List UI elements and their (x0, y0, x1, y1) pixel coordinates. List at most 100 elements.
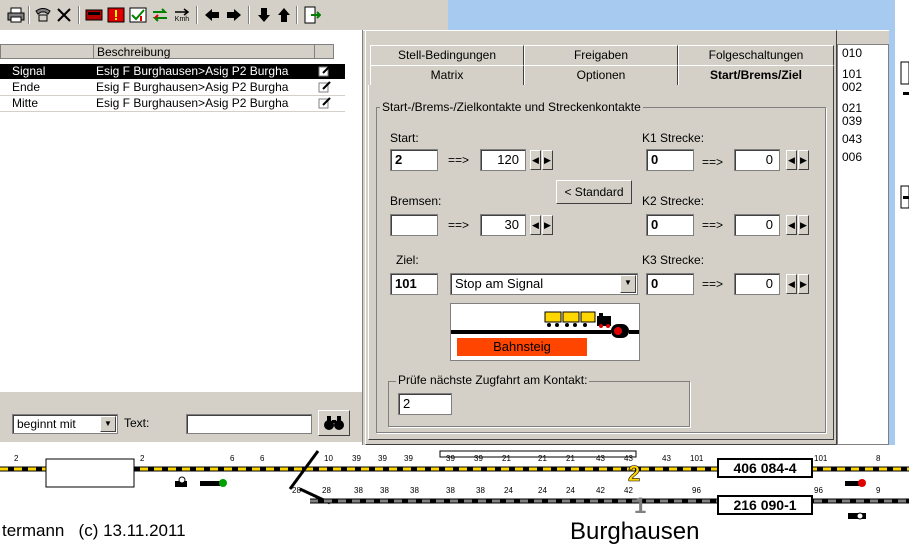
track-number: 39 (446, 454, 455, 463)
row-type: Mitte (12, 96, 39, 110)
arrow-right-icon[interactable] (224, 5, 244, 25)
track-number: 38 (476, 486, 485, 495)
text-label: Text: (124, 416, 150, 430)
copyright-text: termann (c) 13.11.2011 (2, 521, 186, 540)
list-item[interactable]: 006 (842, 151, 862, 163)
print-icon[interactable] (6, 5, 26, 25)
platform-label: Bahnsteig (457, 338, 587, 356)
list-row[interactable]: Signal Esig F Burghausen>Asig P2 Burgha (0, 64, 345, 79)
edit-icon[interactable] (318, 65, 332, 77)
row-description: Esig F Burghausen>Asig P2 Burgha (96, 64, 289, 78)
track-number: 43 (662, 454, 671, 463)
tab-stell-bedingungen[interactable]: Stell-Bedingungen (370, 45, 524, 65)
arrow-label: ==> (702, 277, 724, 291)
loco-number-bottom[interactable]: 216 090-1 (717, 495, 813, 515)
arrow-down-icon[interactable] (254, 5, 274, 25)
track-number: 39 (378, 454, 387, 463)
arrow-label: ==> (448, 218, 470, 232)
arrow-left-icon[interactable] (202, 5, 222, 25)
column-header-description[interactable]: Beschreibung (93, 44, 315, 59)
track-number: 39 (404, 454, 413, 463)
list-row[interactable]: Ende Esig F Burghausen>Asig P2 Burgha (0, 80, 345, 96)
list-item[interactable]: 010 (842, 47, 862, 59)
track-number: 6 (260, 454, 265, 463)
ziel-contact-field[interactable]: 101 (390, 273, 438, 295)
track-number: 28 (322, 486, 331, 495)
row-type: Signal (12, 64, 46, 78)
k3-label: K3 Strecke: (642, 253, 705, 267)
k2-speed-spinner[interactable]: ◀ ▶ (786, 215, 810, 235)
filter-bar: beginnt mit ▼ Text: (0, 392, 362, 442)
tab-matrix[interactable]: Matrix (370, 65, 524, 85)
warning-icon[interactable] (106, 5, 126, 25)
chevron-down-icon[interactable]: ▼ (620, 275, 636, 293)
k2-speed-field[interactable]: 0 (734, 214, 780, 236)
filter-mode-select[interactable]: beginnt mit ▼ (12, 414, 118, 434)
k2-label: K2 Strecke: (642, 194, 705, 208)
list-row[interactable]: Mitte Esig F Burghausen>Asig P2 Burgha (0, 96, 345, 112)
track-number: 43 (624, 454, 633, 463)
check-contact-field[interactable]: 2 (398, 393, 452, 415)
track-number: 24 (538, 486, 547, 495)
list-item[interactable]: 043 (842, 133, 862, 145)
arrow-label: ==> (702, 155, 724, 169)
k1-speed-field[interactable]: 0 (734, 149, 780, 171)
exit-icon[interactable] (302, 5, 322, 25)
brems-speed-spinner[interactable]: ◀ ▶ (530, 215, 554, 235)
delete-icon[interactable] (54, 5, 74, 25)
platform-preview: Bahnsteig (450, 303, 640, 361)
loco-number-top[interactable]: 406 084-4 (717, 458, 813, 478)
check-chart-icon[interactable] (128, 5, 148, 25)
list-item[interactable]: 002 (842, 81, 862, 93)
track-number: 42 (624, 486, 633, 495)
track-number: 21 (566, 454, 575, 463)
start-speed-field[interactable]: 120 (480, 149, 526, 171)
phone-icon[interactable] (33, 5, 53, 25)
route-dialog: Stell-Bedingungen Freigaben Folgeschaltu… (365, 30, 837, 445)
brems-speed-field[interactable]: 30 (480, 214, 526, 236)
ziel-mode-select[interactable]: Stop am Signal ▼ (450, 273, 638, 295)
tab-optionen[interactable]: Optionen (524, 65, 678, 85)
tab-folgeschaltungen[interactable]: Folgeschaltungen (678, 45, 834, 65)
k1-speed-spinner[interactable]: ◀ ▶ (786, 150, 810, 170)
k2-contact-field[interactable]: 0 (646, 214, 694, 236)
track-number: 38 (354, 486, 363, 495)
track-label-top: 2 (628, 461, 640, 486)
start-contact-field[interactable]: 2 (390, 149, 438, 171)
arrow-up-icon[interactable] (274, 5, 294, 25)
swap-icon[interactable] (150, 5, 170, 25)
track-number: 42 (596, 486, 605, 495)
text-search-input[interactable] (186, 414, 312, 434)
column-header-type[interactable] (0, 44, 94, 59)
edit-icon[interactable] (318, 81, 332, 93)
list-item[interactable]: 101 (842, 68, 862, 80)
search-button[interactable] (318, 410, 350, 436)
k1-contact-field[interactable]: 0 (646, 149, 694, 171)
edit-icon[interactable] (318, 97, 332, 109)
k3-speed-spinner[interactable]: ◀ ▶ (786, 274, 810, 294)
train-icon[interactable] (84, 5, 104, 25)
standard-button[interactable]: < Standard (556, 180, 632, 204)
contact-list[interactable]: 010 101 002 021 039 043 006 (837, 44, 889, 445)
track-number: 96 (692, 486, 701, 495)
brems-label: Bremsen: (390, 194, 442, 208)
track-number: 38 (410, 486, 419, 495)
check-group-title: Prüfe nächste Zugfahrt am Kontakt: (396, 373, 590, 387)
tab-freigaben[interactable]: Freigaben (524, 45, 678, 65)
column-header-icon[interactable] (314, 44, 334, 59)
binoculars-icon (324, 416, 344, 430)
k3-contact-field[interactable]: 0 (646, 273, 694, 295)
track-number: 21 (502, 454, 511, 463)
list-item[interactable]: 039 (842, 115, 862, 127)
tab-start-brems-ziel[interactable]: Start/Brems/Ziel (678, 65, 834, 85)
window-titlebar (448, 0, 909, 30)
track-number: 24 (504, 486, 513, 495)
brems-contact-field[interactable] (390, 214, 438, 236)
start-speed-spinner[interactable]: ◀ ▶ (530, 150, 554, 170)
speed-kmh-icon[interactable]: Kmh (172, 5, 192, 25)
chevron-down-icon[interactable]: ▼ (100, 416, 116, 432)
track-diagram: 2 1 2 2 6 6 10 39 39 39 39 39 21 21 21 4… (0, 445, 909, 548)
track-number: 10 (324, 454, 333, 463)
list-item[interactable]: 021 (842, 102, 862, 114)
k3-speed-field[interactable]: 0 (734, 273, 780, 295)
